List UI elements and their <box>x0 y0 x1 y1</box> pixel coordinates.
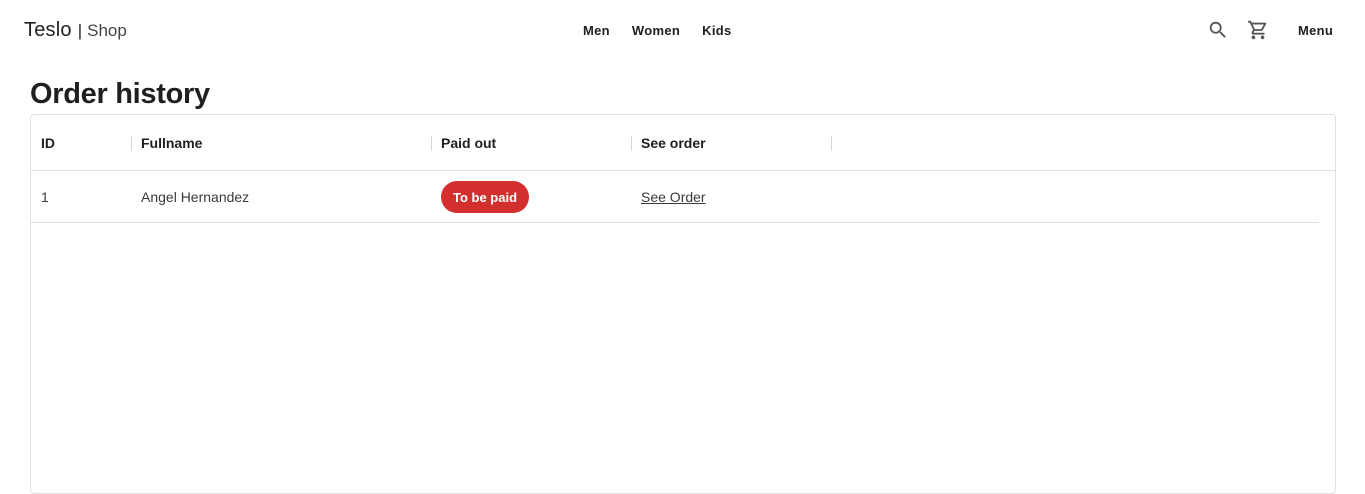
page-title: Order history <box>30 78 210 110</box>
table-row[interactable]: 1 Angel Hernandez To be paid See Order <box>31 171 1319 223</box>
cart-icon[interactable] <box>1244 16 1272 44</box>
nav-link-men[interactable]: Men <box>572 18 621 43</box>
cell-paid-out: To be paid <box>431 171 631 223</box>
nav-link-women[interactable]: Women <box>621 18 691 43</box>
brand-separator: | <box>77 21 83 40</box>
navbar: Teslo | Shop Men Women Kids Menu <box>0 0 1365 62</box>
column-header-paid-out[interactable]: Paid out <box>431 115 631 171</box>
brand-logo-link[interactable]: Teslo | Shop <box>24 19 127 42</box>
category-nav: Men Women Kids <box>572 18 743 43</box>
brand-subtitle: Shop <box>87 21 127 40</box>
brand-name: Teslo <box>24 19 72 41</box>
menu-button[interactable]: Menu <box>1290 18 1341 43</box>
search-icon[interactable] <box>1204 16 1232 44</box>
cell-see-order: See Order <box>631 171 831 223</box>
nav-actions: Menu <box>1204 16 1341 44</box>
see-order-link[interactable]: See Order <box>641 189 706 205</box>
cell-id: 1 <box>41 189 49 205</box>
status-badge: To be paid <box>441 181 530 213</box>
grid-header: ID Fullname Paid out See order <box>31 115 1335 171</box>
nav-link-kids[interactable]: Kids <box>691 18 742 43</box>
column-header-id[interactable]: ID <box>31 115 131 171</box>
column-separator[interactable] <box>831 136 832 151</box>
column-header-fullname[interactable]: Fullname <box>131 115 431 171</box>
cell-fullname: Angel Hernandez <box>141 189 250 205</box>
column-header-see-order[interactable]: See order <box>631 115 831 171</box>
orders-data-grid: ID Fullname Paid out See order 1 Angel H… <box>30 114 1336 494</box>
